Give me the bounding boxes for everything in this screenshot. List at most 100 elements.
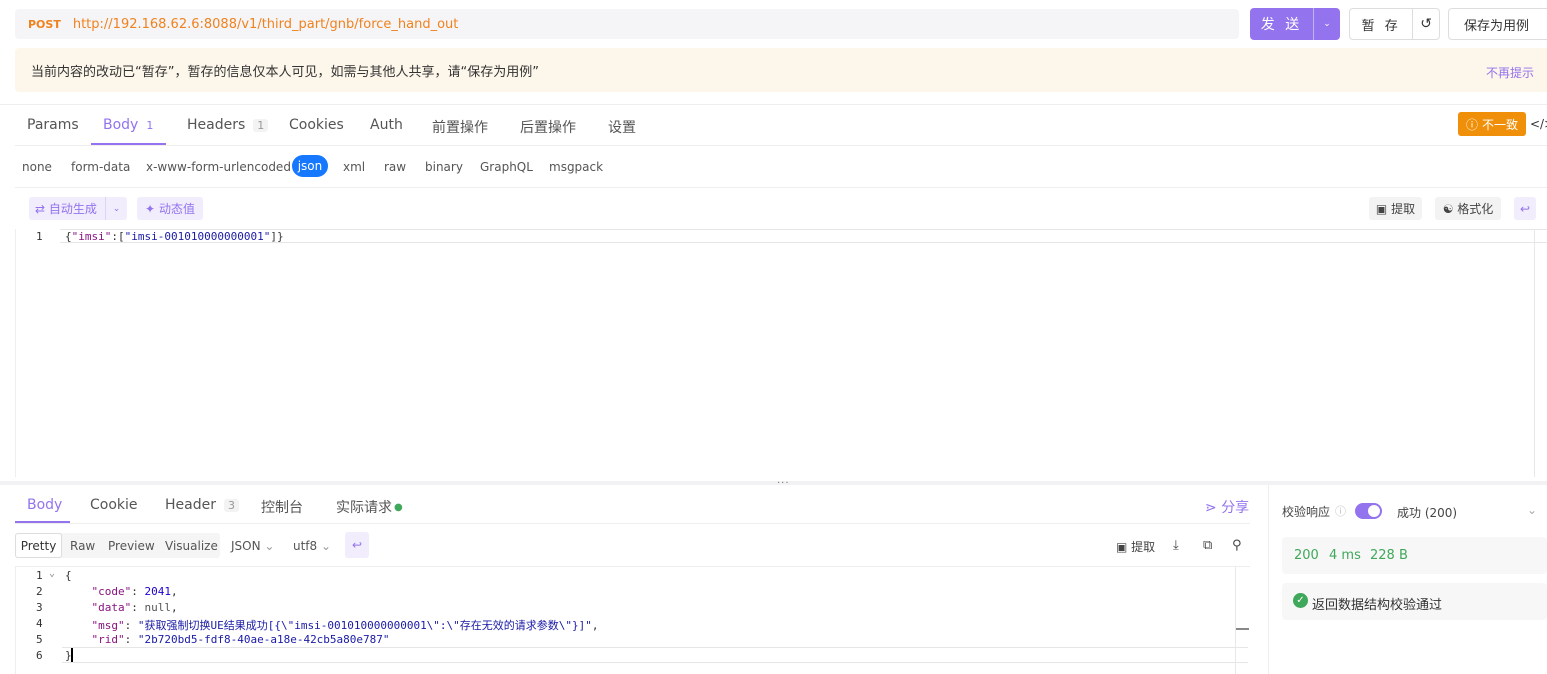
auto-generate-dropdown[interactable]: ⌄ bbox=[105, 197, 127, 220]
share-label: 分享 bbox=[1221, 500, 1250, 516]
word-wrap-button[interactable]: ↩ bbox=[345, 532, 369, 558]
chevron-down-icon: ⌄ bbox=[321, 539, 332, 553]
reset-button[interactable]: ↺ bbox=[1412, 9, 1439, 39]
undo-icon: ↺ bbox=[1420, 16, 1433, 32]
status-dot-icon: ● bbox=[394, 501, 403, 513]
auto-generate-button-group: ⇄ 自动生成 ⌄ bbox=[29, 197, 127, 220]
tab-label: Params bbox=[27, 117, 79, 133]
tab-label: Body bbox=[103, 117, 139, 133]
tab-body[interactable]: Body 1 bbox=[103, 117, 153, 133]
chevron-down-icon[interactable]: ⌄ bbox=[1527, 503, 1537, 517]
send-dropdown-button[interactable]: ⌄ bbox=[1313, 8, 1340, 40]
save-as-case-button[interactable]: 保存为用例 bbox=[1448, 8, 1547, 40]
url-input[interactable]: http://192.168.62.6:8088/v1/third_part/g… bbox=[73, 17, 459, 32]
response-tab-console[interactable]: 控制台 bbox=[261, 497, 303, 517]
code-view-button[interactable]: </> bbox=[1530, 117, 1547, 131]
dismiss-notice-link[interactable]: 不再提示 bbox=[1486, 64, 1534, 81]
send-button[interactable]: 发 送 bbox=[1250, 8, 1313, 40]
json-line: { bbox=[65, 569, 72, 582]
fold-chevron-icon[interactable]: ⌄ bbox=[49, 568, 55, 579]
body-type-msgpack[interactable]: msgpack bbox=[549, 160, 603, 174]
editor-scrollbar[interactable] bbox=[1235, 566, 1236, 674]
tab-cookies[interactable]: Cookies bbox=[289, 117, 344, 133]
json-line: "rid": "2b720bd5-fdf8-40ae-a18e-42cb5a80… bbox=[91, 633, 390, 646]
method-selector[interactable]: POST bbox=[28, 18, 61, 31]
body-type-graphql[interactable]: GraphQL bbox=[480, 160, 533, 174]
wrap-icon: ↩ bbox=[351, 538, 363, 552]
extract-icon: ▣ bbox=[1375, 201, 1388, 216]
extract-button[interactable]: ▣ 提取 bbox=[1116, 538, 1155, 555]
tab-post-operations[interactable]: 后置操作 bbox=[520, 117, 576, 137]
body-type-form-data[interactable]: form-data bbox=[71, 160, 130, 174]
json-key: imsi bbox=[78, 230, 105, 243]
download-icon[interactable]: ⤓ bbox=[1173, 538, 1179, 553]
check-circle-icon: ✓ bbox=[1293, 593, 1308, 608]
share-icon: ⋗ bbox=[1205, 500, 1217, 516]
mismatch-badge[interactable]: ⓘ 不一致 bbox=[1458, 112, 1526, 136]
tab-label: 前置操作 bbox=[432, 120, 488, 136]
send-button-group: 发 送 ⌄ bbox=[1250, 8, 1340, 40]
json-line: "code": 2041, bbox=[91, 585, 178, 598]
response-tab-cookie[interactable]: Cookie bbox=[90, 497, 138, 513]
extract-icon: ▣ bbox=[1116, 540, 1128, 554]
panel-divider bbox=[1268, 485, 1269, 674]
tab-params[interactable]: Params bbox=[27, 117, 79, 133]
json-line: "msg": "获取强制切换UE结果成功[{\"imsi-00101000000… bbox=[91, 619, 599, 632]
body-type-raw[interactable]: raw bbox=[384, 160, 406, 174]
share-button[interactable]: ⋗ 分享 bbox=[1205, 497, 1249, 517]
count-badge: 1 bbox=[253, 118, 269, 132]
stash-button[interactable]: 暂 存 bbox=[1350, 9, 1412, 39]
view-raw-button[interactable]: Raw bbox=[70, 539, 95, 553]
help-icon[interactable]: ⓘ bbox=[1335, 503, 1346, 519]
response-format-select[interactable]: JSON ⌄ bbox=[231, 539, 274, 553]
body-type-urlencoded[interactable]: x-www-form-urlencoded bbox=[146, 160, 291, 174]
stash-button-group: 暂 存 ↺ bbox=[1349, 8, 1440, 40]
view-pretty-button[interactable]: Pretty bbox=[15, 533, 62, 558]
text-cursor bbox=[71, 648, 73, 662]
tab-label: Auth bbox=[370, 117, 403, 133]
tab-label: Body bbox=[27, 497, 63, 513]
panel-splitter[interactable] bbox=[0, 481, 1547, 485]
divider bbox=[0, 104, 1547, 105]
word-wrap-button[interactable]: ↩ bbox=[1514, 197, 1536, 220]
dynamic-value-button[interactable]: ✦ 动态值 bbox=[137, 197, 203, 220]
drag-handle-icon[interactable]: ··· bbox=[777, 478, 790, 489]
auto-generate-button[interactable]: ⇄ 自动生成 bbox=[29, 200, 105, 217]
body-type-json[interactable]: json bbox=[292, 155, 328, 177]
code-value: 2041 bbox=[144, 585, 172, 598]
scrollbar-thumb[interactable] bbox=[1236, 628, 1249, 630]
response-tab-body[interactable]: Body bbox=[27, 497, 62, 513]
dynamic-value-label: 动态值 bbox=[158, 202, 195, 216]
request-body-editor[interactable] bbox=[15, 229, 1547, 477]
warning-icon: ⓘ bbox=[1465, 117, 1478, 132]
response-tab-actual-request[interactable]: 实际请求 ● bbox=[336, 497, 403, 517]
url-bar[interactable]: POST http://192.168.62.6:8088/v1/third_p… bbox=[15, 9, 1239, 39]
search-icon[interactable]: ⚲ bbox=[1232, 538, 1242, 553]
extract-button[interactable]: ▣ 提取 bbox=[1369, 197, 1422, 220]
tab-label: 设置 bbox=[608, 120, 636, 136]
response-status-select[interactable]: 成功 (200) bbox=[1397, 504, 1457, 521]
format-button[interactable]: ☯ 格式化 bbox=[1435, 197, 1501, 220]
request-body-code[interactable]: {"imsi":["imsi-001010000000001"]} bbox=[65, 230, 284, 243]
response-tab-header[interactable]: Header 3 bbox=[165, 497, 239, 513]
editor-toolbar bbox=[15, 187, 1547, 229]
body-type-none[interactable]: none bbox=[22, 160, 52, 174]
tab-settings[interactable]: 设置 bbox=[608, 117, 636, 137]
format-label: 格式化 bbox=[1457, 202, 1494, 216]
tab-pre-operations[interactable]: 前置操作 bbox=[432, 117, 488, 137]
tab-headers[interactable]: Headers 1 bbox=[187, 117, 269, 133]
data-value: null bbox=[144, 601, 172, 614]
encoding-select[interactable]: utf8 ⌄ bbox=[293, 539, 331, 553]
tab-auth[interactable]: Auth bbox=[370, 117, 403, 133]
copy-icon[interactable]: ⧉ bbox=[1203, 538, 1212, 553]
body-type-binary[interactable]: binary bbox=[425, 160, 463, 174]
body-type-xml[interactable]: xml bbox=[343, 160, 365, 174]
count-badge: 3 bbox=[223, 498, 239, 512]
view-visualize-button[interactable]: Visualize bbox=[165, 539, 218, 553]
rid-value: 2b720bd5-fdf8-40ae-a18e-42cb5a80e787 bbox=[144, 633, 383, 646]
tab-label: 控制台 bbox=[261, 500, 303, 516]
validation-result-text: 返回数据结构校验通过 bbox=[1312, 598, 1443, 613]
magic-wand-icon: ✦ bbox=[145, 201, 156, 216]
editor-scrollbar[interactable] bbox=[1534, 229, 1535, 477]
view-preview-button[interactable]: Preview bbox=[108, 539, 155, 553]
